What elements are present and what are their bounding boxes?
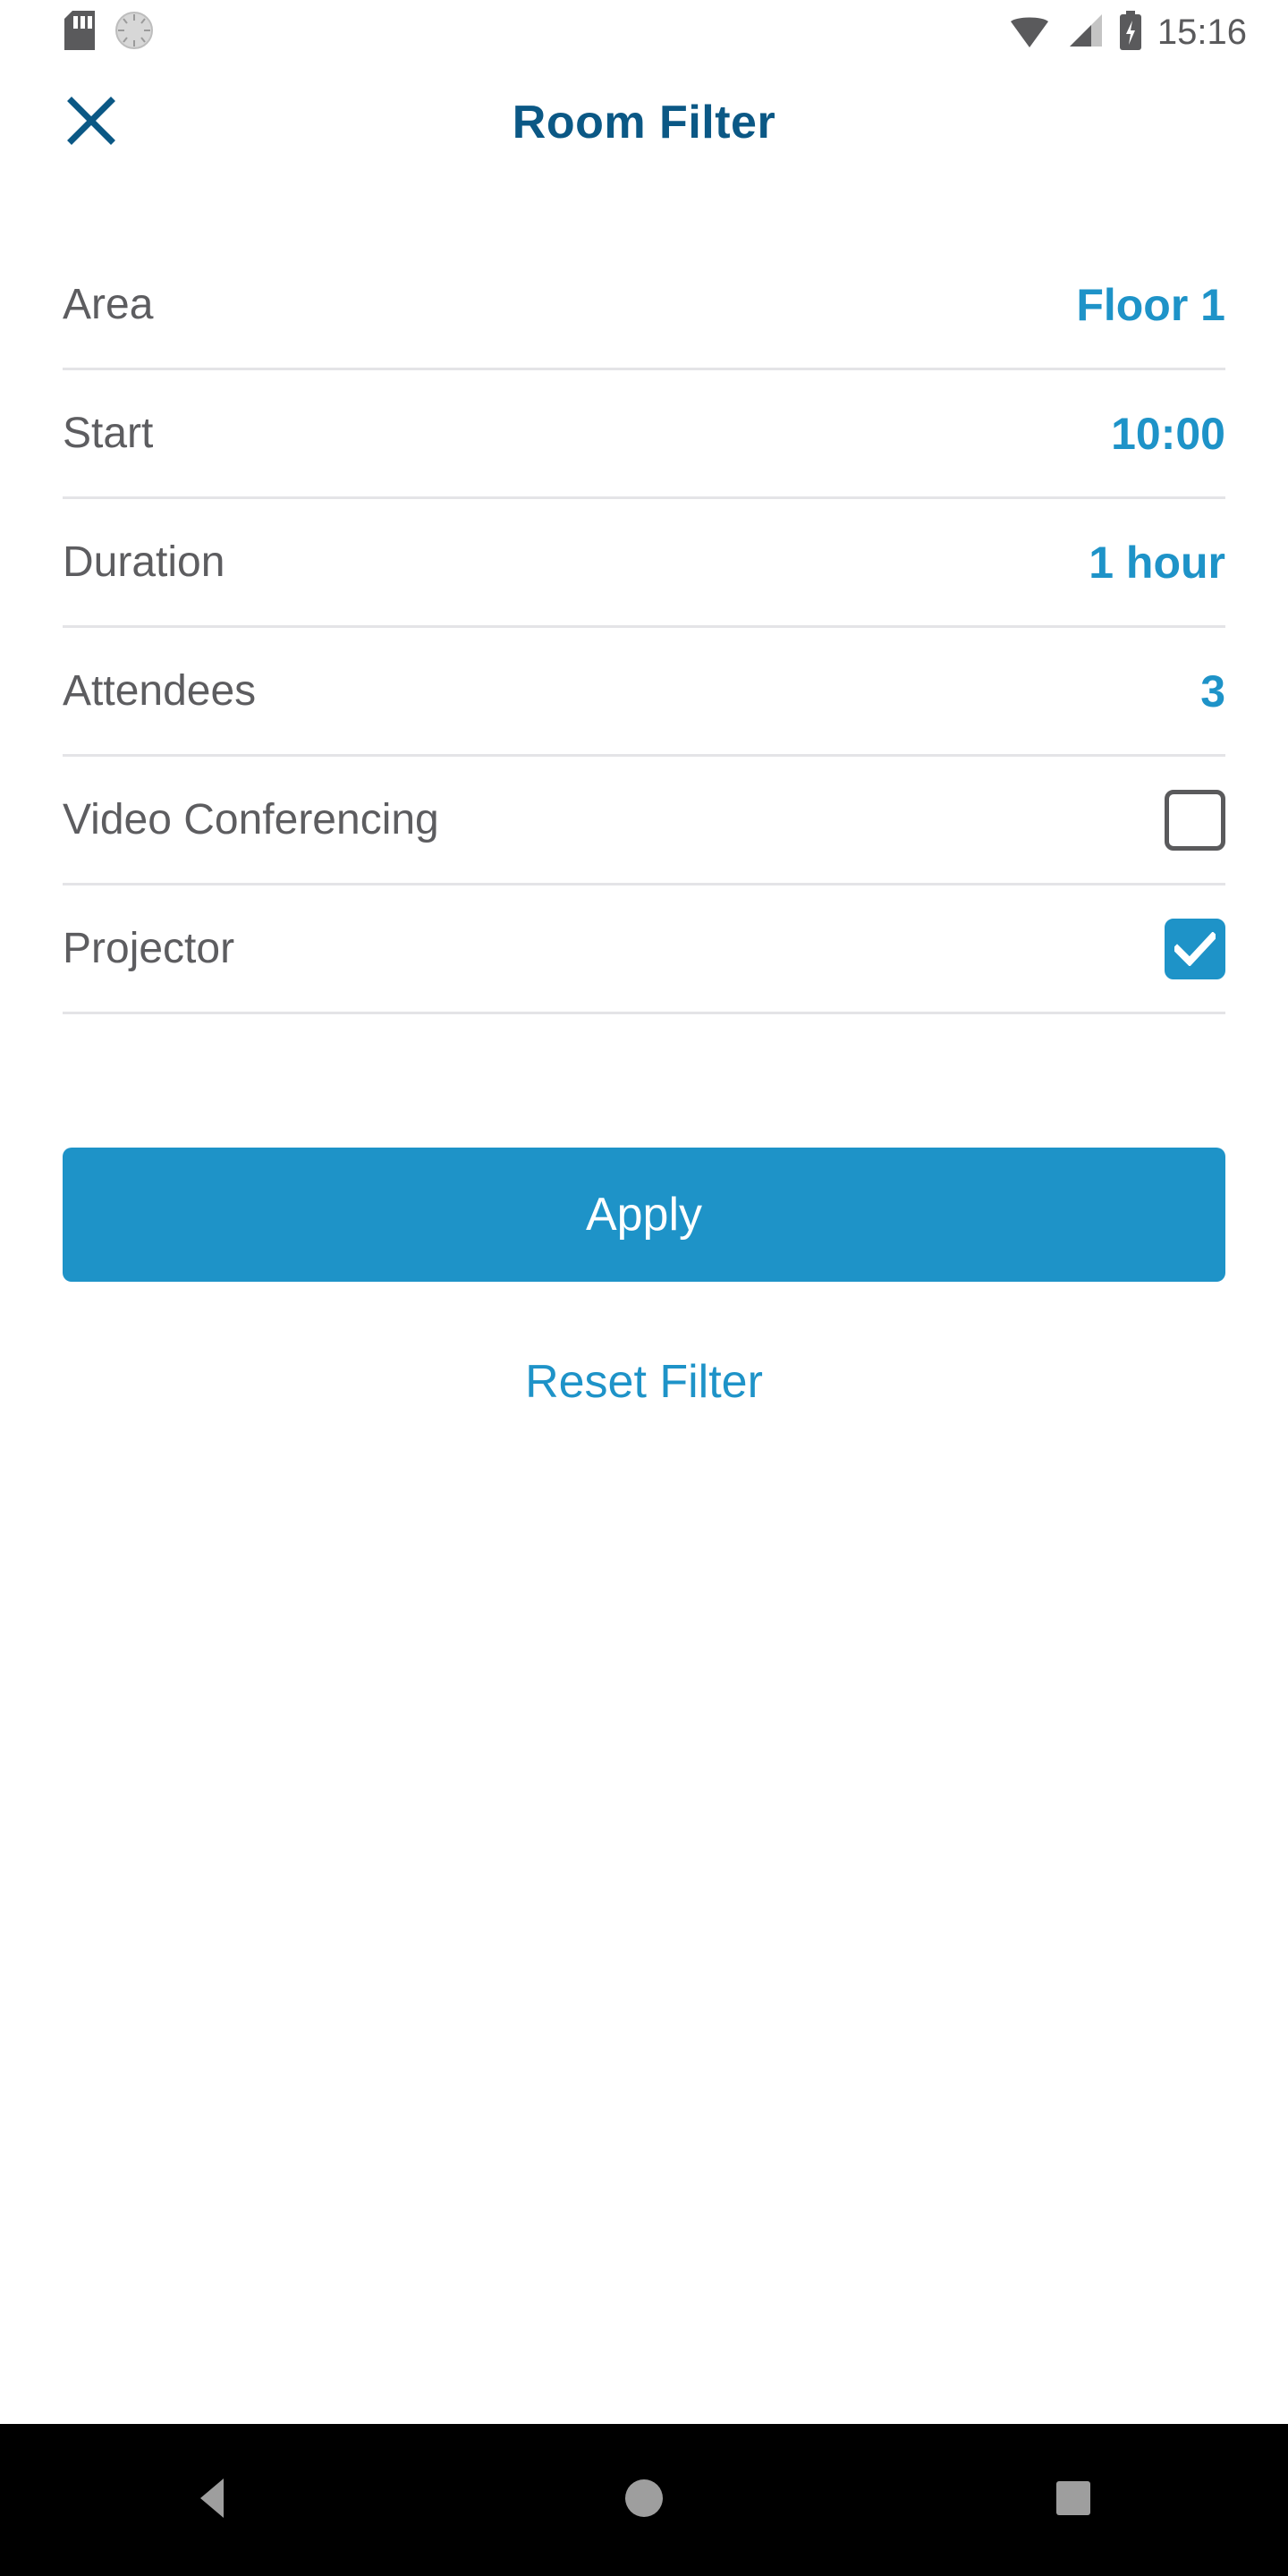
app-bar: Room Filter <box>0 64 1288 181</box>
status-bar-left-icons <box>64 10 154 55</box>
close-button[interactable] <box>63 94 120 151</box>
filter-row-label: Attendees <box>63 666 257 715</box>
filter-row-value: 3 <box>1200 665 1225 716</box>
video-conferencing-checkbox[interactable] <box>1165 789 1225 851</box>
nav-home-button[interactable] <box>564 2424 724 2576</box>
checkmark-icon <box>1174 931 1216 966</box>
back-triangle-icon <box>195 2477 234 2524</box>
battery-charging-icon <box>1118 10 1143 55</box>
close-icon <box>66 96 116 150</box>
reset-filter-button[interactable]: Reset Filter <box>0 1333 1288 1431</box>
filter-row-value: Floor 1 <box>1076 279 1225 330</box>
filter-list: Area Floor 1 Start 10:00 Duration 1 hour… <box>63 242 1225 1014</box>
system-navigation-bar <box>0 2424 1288 2576</box>
filter-row-label: Start <box>63 409 154 457</box>
nav-back-button[interactable] <box>134 2424 295 2576</box>
filter-row-label: Area <box>63 280 154 328</box>
nav-recents-button[interactable] <box>993 2424 1154 2576</box>
filter-row-area[interactable]: Area Floor 1 <box>63 242 1225 370</box>
status-bar: 15:16 <box>0 0 1288 64</box>
projector-checkbox[interactable] <box>1165 918 1225 979</box>
filter-row-label: Video Conferencing <box>63 795 439 843</box>
home-circle-icon <box>623 2477 665 2524</box>
filter-row-value: 10:00 <box>1111 408 1225 459</box>
filter-row-start[interactable]: Start 10:00 <box>63 370 1225 499</box>
filter-row-label: Projector <box>63 924 235 972</box>
status-bar-clock: 15:16 <box>1157 12 1247 52</box>
filter-row-attendees[interactable]: Attendees 3 <box>63 628 1225 757</box>
cell-signal-icon <box>1064 13 1104 53</box>
status-bar-right-icons: 15:16 <box>1009 10 1247 55</box>
filter-row-duration[interactable]: Duration 1 hour <box>63 499 1225 628</box>
filter-row-value: 1 hour <box>1089 537 1225 588</box>
sync-spinner-icon <box>114 11 154 55</box>
apply-button[interactable]: Apply <box>63 1148 1225 1282</box>
wifi-icon <box>1009 13 1050 53</box>
recents-square-icon <box>1055 2479 1092 2521</box>
filter-row-video-conferencing[interactable]: Video Conferencing <box>63 757 1225 886</box>
filter-row-projector[interactable]: Projector <box>63 886 1225 1014</box>
page-title: Room Filter <box>512 97 776 148</box>
filter-row-label: Duration <box>63 538 225 586</box>
sd-card-icon <box>64 10 95 55</box>
